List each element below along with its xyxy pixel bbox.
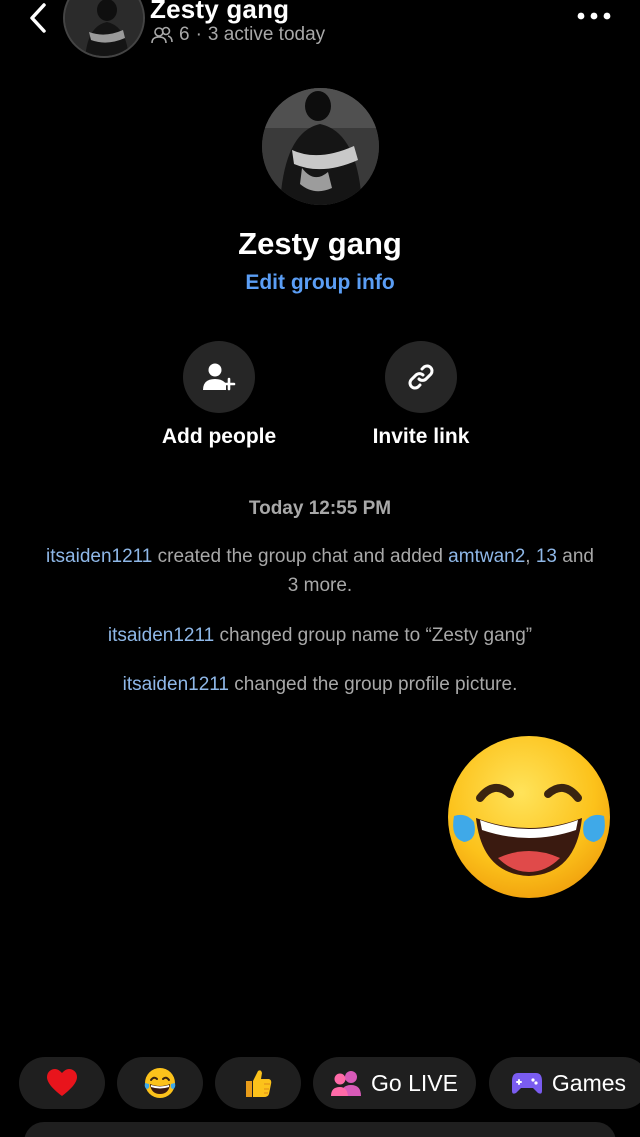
invite-link-button[interactable] bbox=[385, 341, 457, 413]
link-icon bbox=[408, 364, 434, 390]
edit-group-info-link[interactable]: Edit group info bbox=[0, 271, 640, 295]
add-people-button[interactable] bbox=[183, 341, 255, 413]
message-timestamp: Today 12:55 PM bbox=[248, 498, 392, 519]
add-people-action[interactable]: Add people bbox=[139, 341, 299, 449]
invite-link-action[interactable]: Invite link bbox=[341, 341, 501, 449]
active-status: 3 active today bbox=[207, 24, 326, 45]
go-live-button[interactable]: Go LIVE bbox=[313, 1057, 476, 1109]
thumbs-up-icon bbox=[246, 1070, 272, 1097]
username-link[interactable]: itsaiden1211 bbox=[46, 546, 152, 567]
header-title[interactable]: Zesty gang bbox=[150, 0, 289, 25]
back-button[interactable] bbox=[20, 0, 56, 36]
people-icon bbox=[151, 26, 173, 44]
quick-reaction-heart[interactable] bbox=[19, 1057, 105, 1109]
laughing-emoji-icon bbox=[144, 1068, 176, 1098]
message-composer[interactable] bbox=[24, 1122, 616, 1137]
header-subtitle: 6 · 3 active today bbox=[151, 24, 325, 46]
username-link[interactable]: amtwan2 bbox=[448, 546, 525, 567]
add-people-label: Add people bbox=[161, 425, 277, 448]
system-message: itsaiden1211 changed the group profile p… bbox=[122, 674, 518, 695]
add-person-icon bbox=[203, 363, 236, 391]
quick-reaction-thumbs-up[interactable] bbox=[215, 1057, 301, 1109]
username-link[interactable]: 13 bbox=[536, 546, 557, 567]
more-icon bbox=[577, 12, 611, 20]
back-chevron-icon bbox=[30, 3, 46, 33]
username-link[interactable]: itsaiden1211 bbox=[108, 625, 214, 646]
member-count: 6 bbox=[179, 24, 190, 45]
emoji-message[interactable] bbox=[446, 734, 612, 900]
go-live-label: Go LIVE bbox=[371, 1069, 458, 1096]
username-link[interactable]: itsaiden1211 bbox=[123, 674, 229, 695]
separator-dot: · bbox=[195, 24, 202, 45]
chat-header: Zesty gang 6 · 3 active today bbox=[0, 0, 640, 60]
heart-icon bbox=[47, 1069, 77, 1096]
header-group-avatar[interactable] bbox=[63, 0, 145, 58]
games-button[interactable]: Games bbox=[489, 1057, 640, 1109]
more-options-button[interactable] bbox=[574, 6, 614, 26]
system-message: itsaiden1211 created the group chat and … bbox=[46, 546, 594, 596]
games-label: Games bbox=[551, 1069, 627, 1096]
group-name: Zesty gang bbox=[238, 226, 402, 261]
invite-link-label: Invite link bbox=[372, 425, 470, 448]
laughing-emoji-icon bbox=[448, 736, 610, 898]
quick-reaction-laugh[interactable] bbox=[117, 1057, 203, 1109]
system-message: itsaiden1211 changed group name to “Zest… bbox=[107, 625, 533, 646]
group-live-icon bbox=[331, 1071, 362, 1096]
gamepad-icon bbox=[511, 1073, 542, 1094]
group-avatar[interactable] bbox=[262, 88, 379, 205]
